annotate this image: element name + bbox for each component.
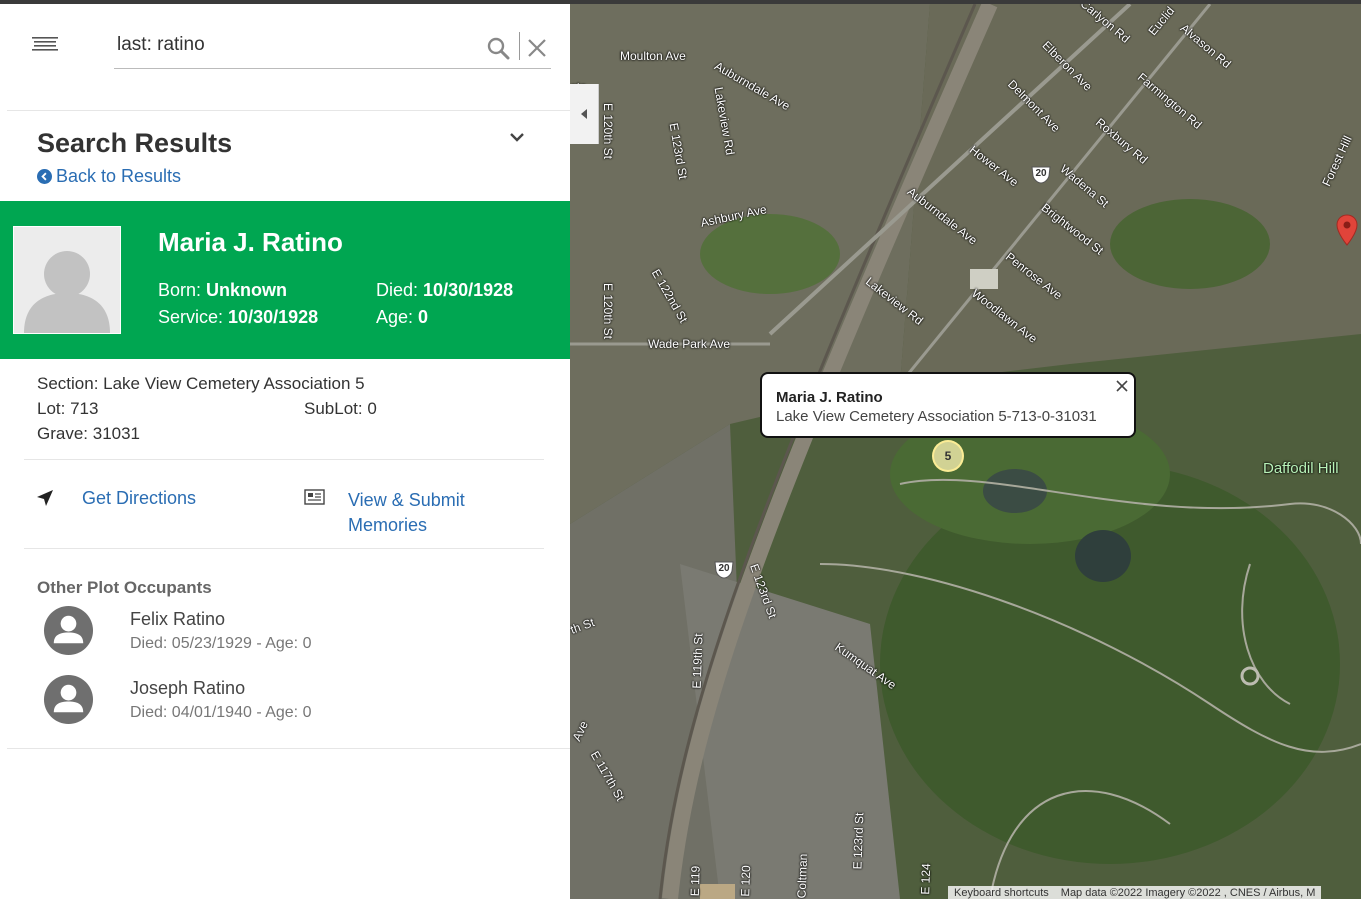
close-icon[interactable] xyxy=(1116,380,1128,392)
map-label: Coltman xyxy=(794,853,811,899)
map-label: E 120th St xyxy=(601,102,616,160)
cluster-count: 5 xyxy=(944,449,952,463)
navigation-arrow-icon xyxy=(37,490,53,506)
search-input[interactable] xyxy=(117,34,477,56)
route-shield: 20 xyxy=(1030,166,1052,184)
map-info-window: Maria J. Ratino Lake View Cemetery Assoc… xyxy=(760,372,1136,438)
map-label: E 120th St xyxy=(601,282,616,340)
user-avatar-icon xyxy=(43,674,94,725)
memories-link[interactable]: View & Submit Memories xyxy=(348,488,508,538)
get-directions-link[interactable]: Get Directions xyxy=(82,488,196,509)
divider xyxy=(7,748,570,749)
map-label: Moulton Ave xyxy=(620,49,686,63)
newspaper-icon xyxy=(304,489,325,505)
born-field: Born: Unknown xyxy=(158,280,288,300)
service-field: Service: 10/30/1928 xyxy=(158,307,319,327)
back-to-results-label: Back to Results xyxy=(56,166,182,186)
info-window-name: Maria J. Ratino xyxy=(776,389,883,406)
grave-field: Grave: 31031 xyxy=(37,424,141,443)
caret-left-icon xyxy=(581,109,587,119)
occupant-meta: Died: 04/01/1940 - Age: 0 xyxy=(130,704,312,721)
map-imagery xyxy=(570,4,1361,899)
age-field: Age: 0 xyxy=(376,307,429,327)
search-box xyxy=(114,28,551,69)
close-icon[interactable] xyxy=(526,37,548,59)
collapse-sidebar-button[interactable] xyxy=(570,84,599,144)
record-card: Maria J. Ratino Born: Unknown Died: 10/3… xyxy=(0,201,570,359)
map-attribution: Keyboard shortcuts Map data ©2022 Imager… xyxy=(948,886,1322,899)
back-to-results-link[interactable]: Back to Results xyxy=(37,166,181,187)
menu-icon[interactable] xyxy=(32,36,58,54)
search-separator xyxy=(519,32,520,60)
sidebar: Search Results Back to Results Maria J. … xyxy=(0,4,570,899)
map-data-credit: Map data ©2022 Imagery ©2022 , CNES / Ai… xyxy=(1060,887,1316,899)
other-occupants-heading: Other Plot Occupants xyxy=(37,578,212,597)
occupant-name[interactable]: Joseph Ratino xyxy=(130,678,245,699)
map-label: Daffodil Hill xyxy=(1263,460,1339,477)
section-field: Section: Lake View Cemetery Association … xyxy=(37,374,365,393)
died-field: Died: 10/30/1928 xyxy=(376,280,514,300)
avatar xyxy=(13,226,121,334)
page-title: Search Results xyxy=(37,128,233,158)
chevron-left-circle-icon xyxy=(37,169,52,184)
divider xyxy=(24,459,544,460)
user-avatar-icon xyxy=(43,605,94,656)
map-pin-icon[interactable] xyxy=(1336,214,1358,246)
map-label: E 119th St xyxy=(689,633,706,689)
divider xyxy=(24,548,544,549)
divider xyxy=(7,110,570,111)
map-label: E 123rd St xyxy=(850,812,867,870)
route-shield: 20 xyxy=(713,561,735,579)
map-label: E 120 xyxy=(738,865,754,897)
map-label: E 124 xyxy=(918,863,934,895)
chevron-down-icon[interactable] xyxy=(508,130,526,144)
search-icon[interactable] xyxy=(486,36,510,60)
lot-field: Lot: 713 xyxy=(37,399,99,418)
info-window-location: Lake View Cemetery Association 5-713-0-3… xyxy=(776,408,1097,425)
sublot-field: SubLot: 0 xyxy=(304,399,377,418)
record-name: Maria J. Ratino xyxy=(158,227,343,257)
occupant-meta: Died: 05/23/1929 - Age: 0 xyxy=(130,635,312,652)
person-placeholder-icon xyxy=(14,227,120,333)
keyboard-shortcuts-link[interactable]: Keyboard shortcuts xyxy=(954,887,1049,899)
occupant-name[interactable]: Felix Ratino xyxy=(130,609,225,630)
satellite-map[interactable]: Moulton Ave Auburndale Ave Lakeview Rd E… xyxy=(570,4,1361,899)
map-label: E 119 xyxy=(687,865,703,897)
marker-cluster[interactable]: 5 xyxy=(932,440,964,472)
map-label: Wade Park Ave xyxy=(648,337,731,351)
